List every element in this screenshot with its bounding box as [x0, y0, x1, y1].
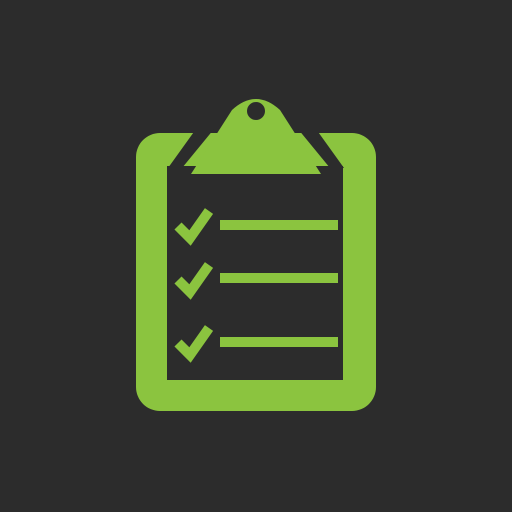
clipboard-board	[136, 133, 376, 411]
clipboard-checklist-icon	[0, 0, 512, 512]
checklist	[174, 208, 338, 363]
check-icon	[174, 262, 214, 300]
check-icon	[174, 208, 214, 246]
check-icon	[174, 325, 214, 363]
clipboard-svg	[136, 99, 376, 411]
